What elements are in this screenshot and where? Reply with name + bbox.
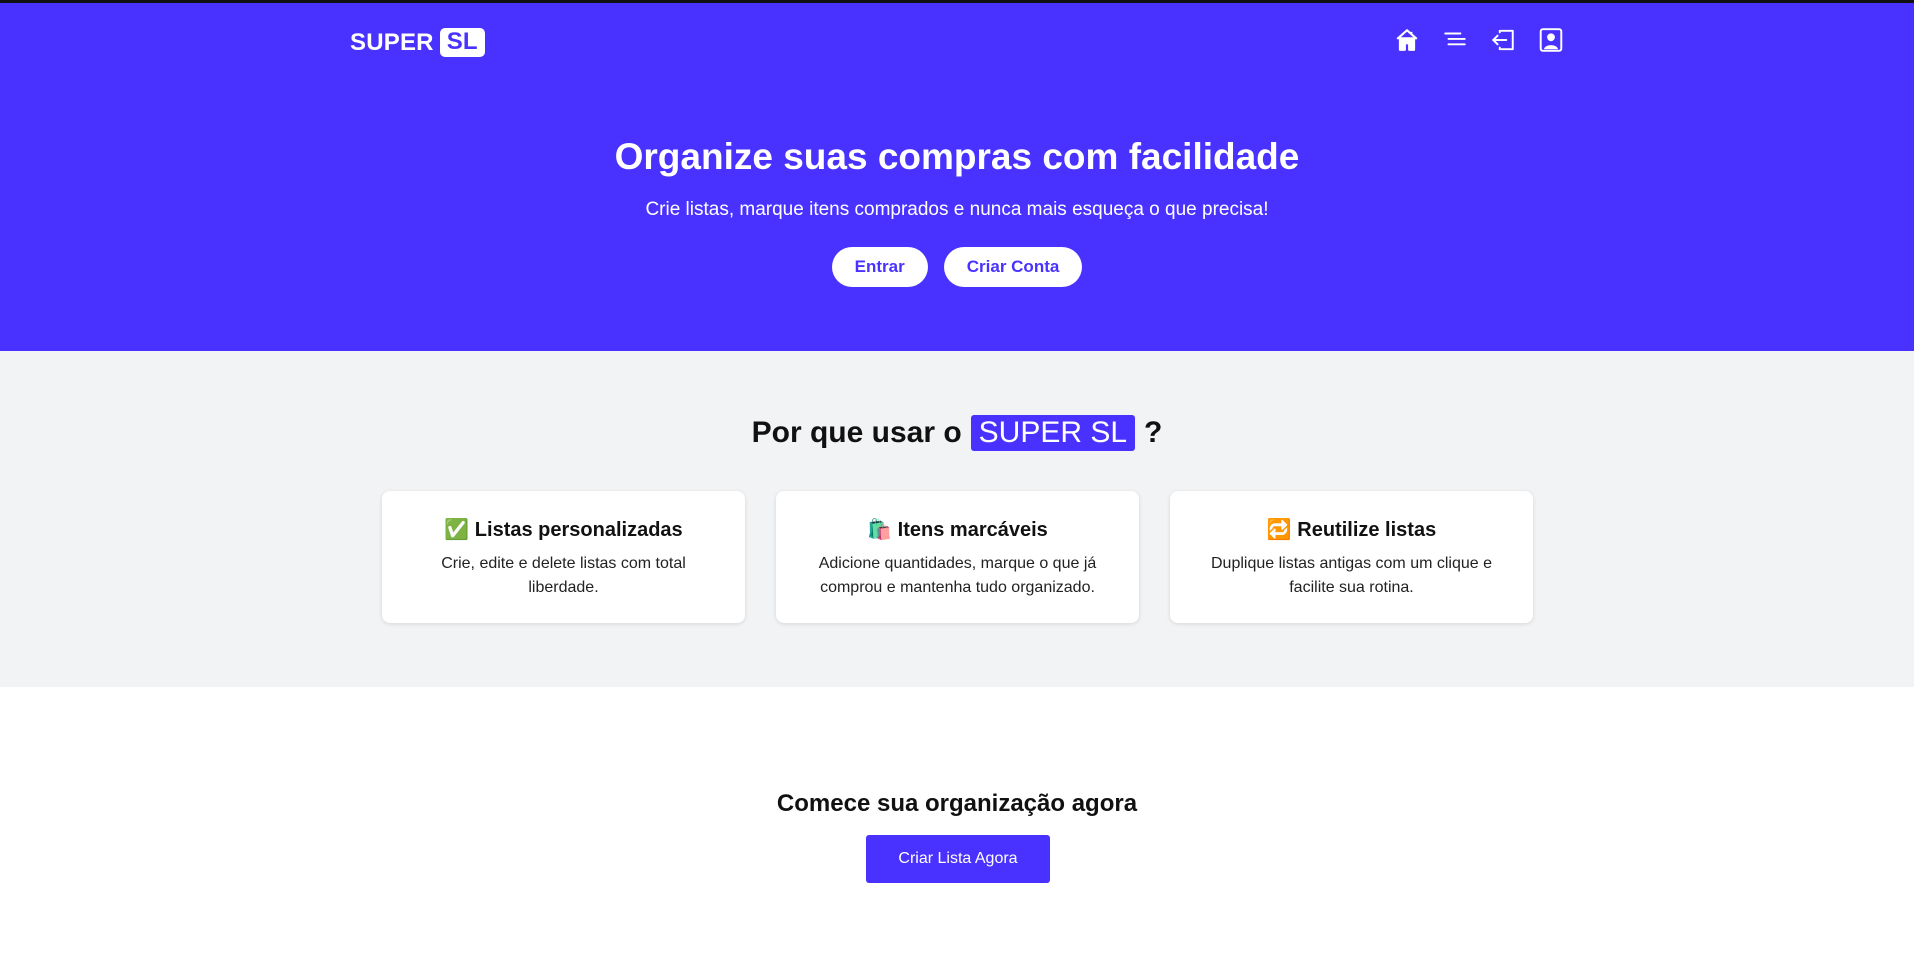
- feature-card-text: Adicione quantidades, marque o que já co…: [818, 555, 1097, 596]
- hero-subtitle: Crie listas, marque itens comprados e nu…: [645, 199, 1269, 220]
- logo-text: SUPER: [350, 28, 434, 56]
- feature-card-checkable-items: 🛍️ Itens marcáveis Adicione quantidades,…: [776, 491, 1139, 623]
- cta-section: Comece sua organização agora Criar Lista…: [0, 687, 1914, 965]
- check-icon: ✅: [444, 519, 470, 541]
- home-icon[interactable]: [1392, 25, 1422, 55]
- feature-card-custom-lists: ✅ Listas personalizadas Crie, edite e de…: [382, 491, 745, 623]
- menu-icon[interactable]: [1440, 25, 1470, 55]
- feature-card-title: 🛍️ Itens marcáveis: [776, 517, 1139, 542]
- login-button[interactable]: Entrar: [831, 247, 928, 287]
- signup-button[interactable]: Criar Conta: [943, 247, 1083, 287]
- login-icon[interactable]: [1488, 25, 1518, 55]
- logo[interactable]: SUPER SL: [350, 28, 485, 57]
- feature-card-title-text: Listas personalizadas: [474, 519, 683, 541]
- features-title: Por que usar o SUPER SL ?: [0, 415, 1914, 451]
- logo-badge: SL: [439, 28, 485, 57]
- features-title-prefix: Por que usar o: [751, 416, 962, 449]
- cta-title: Comece sua organização agora: [776, 790, 1138, 817]
- feature-card-title: ✅ Listas personalizadas: [382, 517, 745, 542]
- feature-card-title: 🔁 Reutilize listas: [1170, 517, 1533, 542]
- feature-card-title-text: Reutilize listas: [1297, 519, 1437, 541]
- hero-buttons: Entrar Criar Conta: [0, 247, 1914, 287]
- user-icon[interactable]: [1536, 25, 1566, 55]
- create-list-button[interactable]: Criar Lista Agora: [866, 835, 1050, 883]
- nav-icons: [1374, 25, 1566, 55]
- navbar: SUPER SL: [350, 25, 1566, 59]
- features-title-suffix: ?: [1144, 416, 1163, 449]
- shopping-bags-icon: 🛍️: [867, 519, 893, 541]
- hero-section: SUPER SL Organize suas compras com facil…: [0, 3, 1914, 351]
- repeat-icon: 🔁: [1266, 519, 1292, 541]
- feature-card-text: Duplique listas antigas com um clique e …: [1210, 555, 1493, 596]
- feature-card-reuse-lists: 🔁 Reutilize listas Duplique listas antig…: [1170, 491, 1533, 623]
- feature-card-text: Crie, edite e delete listas com total li…: [441, 555, 686, 596]
- features-section: Por que usar o SUPER SL ? ✅ Listas perso…: [0, 351, 1914, 687]
- features-title-highlight: SUPER SL: [970, 415, 1136, 451]
- hero-title: Organize suas compras com facilidade: [614, 136, 1300, 177]
- feature-card-title-text: Itens marcáveis: [897, 519, 1048, 541]
- feature-cards: ✅ Listas personalizadas Crie, edite e de…: [382, 491, 1534, 623]
